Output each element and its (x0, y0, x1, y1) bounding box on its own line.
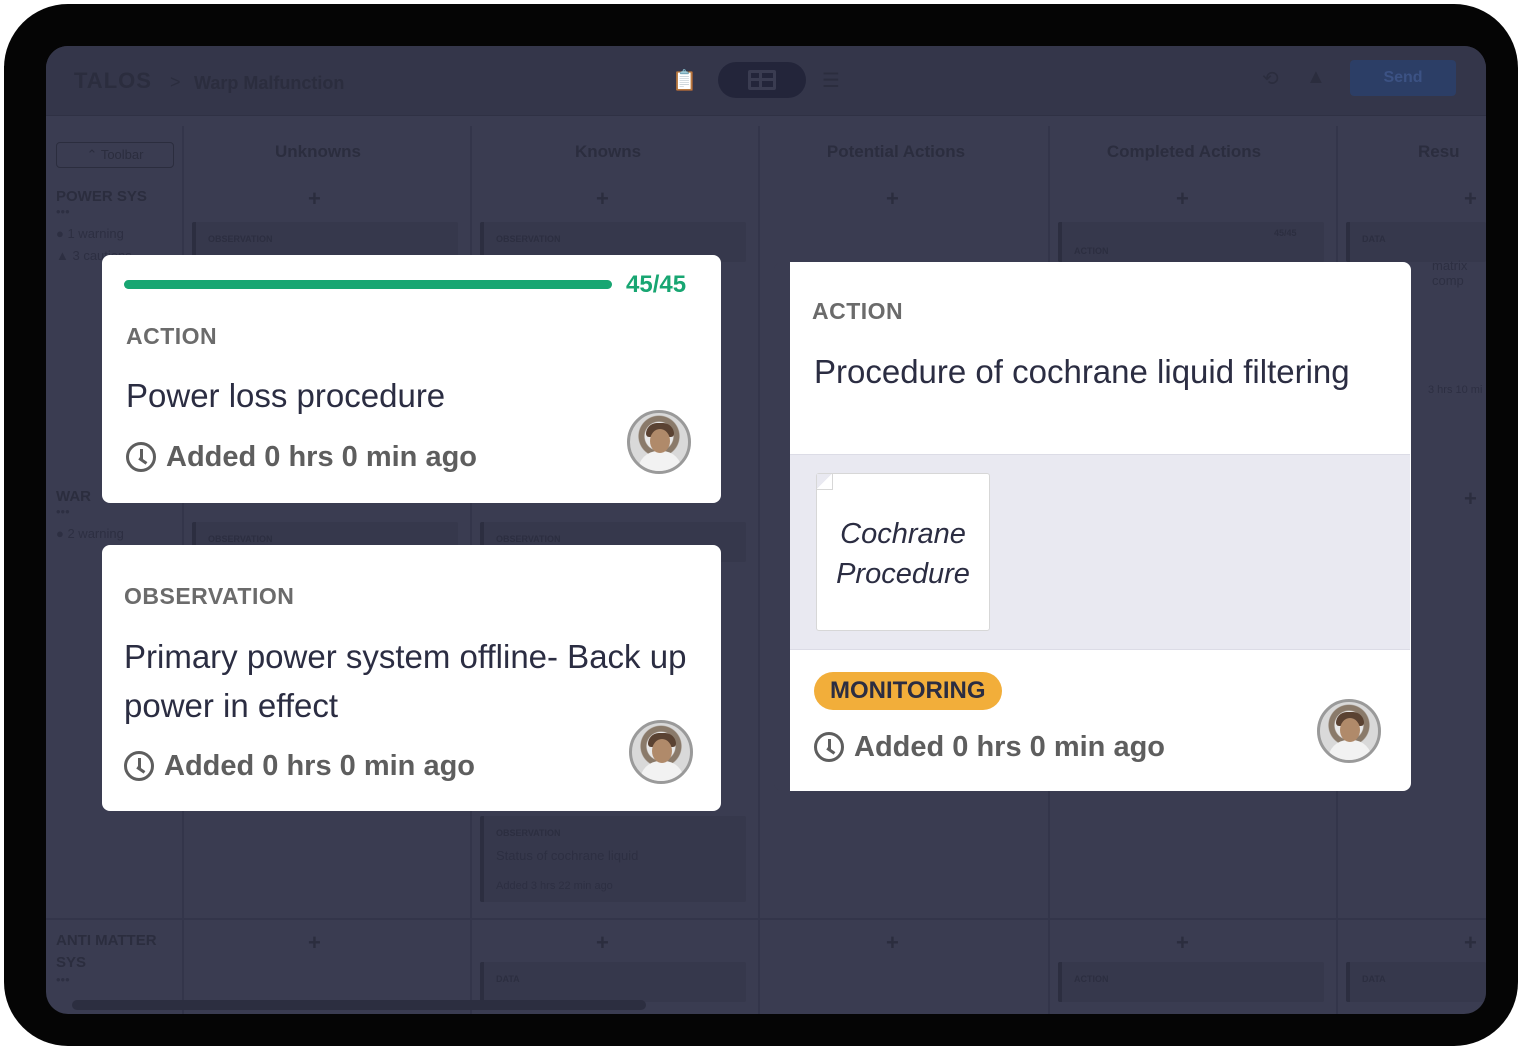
app-logo[interactable]: TALOS (74, 68, 152, 94)
attachment-area: Cochrane Procedure (790, 454, 1410, 650)
toolbar-label: Toolbar (100, 147, 144, 162)
add-card-button[interactable]: + (308, 930, 321, 956)
background-card-text: Status of cochrane liquid (496, 848, 639, 863)
action-card-power-loss[interactable]: 45/45 ACTION Power loss procedure Added … (102, 255, 721, 503)
card-timestamp: Added 0 hrs 0 min ago (166, 441, 477, 473)
card-type-label: OBSERVATION (496, 234, 561, 244)
card-type-label: OBSERVATION (208, 234, 273, 244)
observation-card-primary-power[interactable]: OBSERVATION Primary power system offline… (102, 545, 721, 811)
grid-view-toggle[interactable] (718, 62, 806, 98)
attachment-document[interactable]: Cochrane Procedure (816, 473, 990, 631)
document-corner-icon (817, 474, 833, 490)
row-warning-text: 1 warning (67, 226, 124, 241)
progress-bar (124, 280, 612, 289)
action-card-cochrane[interactable]: ACTION Procedure of cochrane liquid filt… (774, 262, 1411, 791)
top-bar: TALOS > Warp Malfunction 📋 ☰ ⟲ ▲ Send (46, 46, 1486, 116)
card-type-label: OBSERVATION (124, 583, 295, 609)
progress-bar-fill (124, 280, 612, 289)
breadcrumb[interactable]: Warp Malfunction (194, 73, 344, 94)
add-card-button[interactable]: + (1176, 930, 1189, 956)
add-card-button[interactable]: + (1464, 186, 1477, 212)
background-card[interactable]: ACTION (1058, 962, 1324, 1002)
column-divider (758, 126, 760, 1014)
card-type-label: OBSERVATION (208, 534, 273, 544)
clipboard-icon[interactable]: 📋 (672, 68, 697, 93)
add-card-button[interactable]: + (308, 186, 321, 212)
background-card-time: Added 3 hrs 22 min ago (496, 880, 613, 892)
add-card-button[interactable]: + (1464, 486, 1477, 512)
background-card[interactable]: OBSERVATION Status of cochrane liquid Ad… (480, 816, 746, 902)
clock-icon (814, 732, 844, 762)
avatar-face (1340, 718, 1360, 742)
card-progress-text: 45/45 (1274, 228, 1297, 238)
avatar[interactable] (627, 410, 691, 474)
row-menu-dots[interactable]: ••• (56, 504, 70, 519)
card-type-label: DATA (1362, 974, 1386, 984)
progress-count: 45/45 (626, 271, 687, 298)
add-card-button[interactable]: + (886, 930, 899, 956)
card-timestamp: Added 0 hrs 0 min ago (164, 750, 475, 782)
avatar-suit (1328, 740, 1372, 760)
avatar-suit (638, 451, 682, 471)
add-card-button[interactable]: + (1464, 930, 1477, 956)
card-timestamp: Added 0 hrs 0 min ago (854, 731, 1165, 763)
avatar[interactable] (629, 720, 693, 784)
bell-icon[interactable]: ▲ (1306, 66, 1326, 89)
row-warning-count: ● 2 warning (56, 526, 124, 541)
column-header-knowns: Knowns (574, 142, 642, 161)
background-card[interactable]: DATA (1346, 222, 1486, 262)
background-card-time: 3 hrs 10 mi (1428, 384, 1483, 396)
card-title[interactable]: Procedure of cochrane liquid filtering (814, 347, 1374, 396)
card-type-label: DATA (496, 974, 520, 984)
card-type-label: ACTION (812, 298, 904, 324)
row-warning-text: 2 warning (67, 526, 124, 541)
column-header-results: Resu (1418, 142, 1460, 161)
row-label-anti-matter-sys[interactable]: ANTI MATTER SYS (56, 930, 166, 974)
clock-icon (124, 751, 154, 781)
attachment-title: Cochrane Procedure (836, 518, 970, 590)
card-title[interactable]: Primary power system offline- Back up po… (124, 632, 704, 730)
list-view-icon[interactable]: ☰ (822, 68, 840, 93)
row-warning-count: ● 1 warning (56, 226, 124, 241)
card-type-label: ACTION (1074, 246, 1109, 256)
avatar-face (652, 739, 672, 763)
background-card[interactable]: DATA (480, 962, 746, 1002)
grid-view-icon (748, 70, 776, 90)
history-icon[interactable]: ⟲ (1262, 66, 1279, 91)
card-title[interactable]: Power loss procedure (126, 371, 606, 420)
background-card[interactable]: ACTION 45/45 (1058, 222, 1324, 262)
card-type-label: DATA (1362, 234, 1386, 244)
background-card-text: matrix comp (1432, 258, 1468, 288)
toolbar-toggle-button[interactable]: ⌃ Toolbar (56, 142, 174, 168)
column-header-unknowns: Unknowns (275, 142, 361, 161)
row-menu-dots[interactable]: ••• (56, 204, 70, 219)
card-type-label: OBSERVATION (496, 534, 561, 544)
send-button[interactable]: Send (1350, 60, 1456, 96)
row-menu-dots[interactable]: ••• (56, 972, 70, 987)
avatar-face (650, 429, 670, 453)
row-divider (46, 918, 1486, 920)
background-card[interactable]: DATA (1346, 962, 1486, 1002)
status-badge: MONITORING (814, 672, 1002, 710)
tablet-side-button (4, 66, 14, 110)
horizontal-scrollbar[interactable] (72, 1000, 646, 1010)
column-header-completed-actions: Completed Actions (1106, 142, 1262, 161)
add-card-button[interactable]: + (596, 930, 609, 956)
add-card-button[interactable]: + (1176, 186, 1189, 212)
column-header-potential-actions: Potential Actions (826, 142, 966, 161)
avatar[interactable] (1317, 699, 1381, 763)
tablet-notch (90, 4, 200, 12)
card-type-label: OBSERVATION (496, 828, 561, 838)
add-card-button[interactable]: + (886, 186, 899, 212)
card-type-label: ACTION (1074, 974, 1109, 984)
breadcrumb-separator: > (170, 72, 181, 92)
clock-icon (126, 442, 156, 472)
add-card-button[interactable]: + (596, 186, 609, 212)
avatar-suit (640, 761, 684, 781)
card-type-label: ACTION (126, 323, 218, 349)
